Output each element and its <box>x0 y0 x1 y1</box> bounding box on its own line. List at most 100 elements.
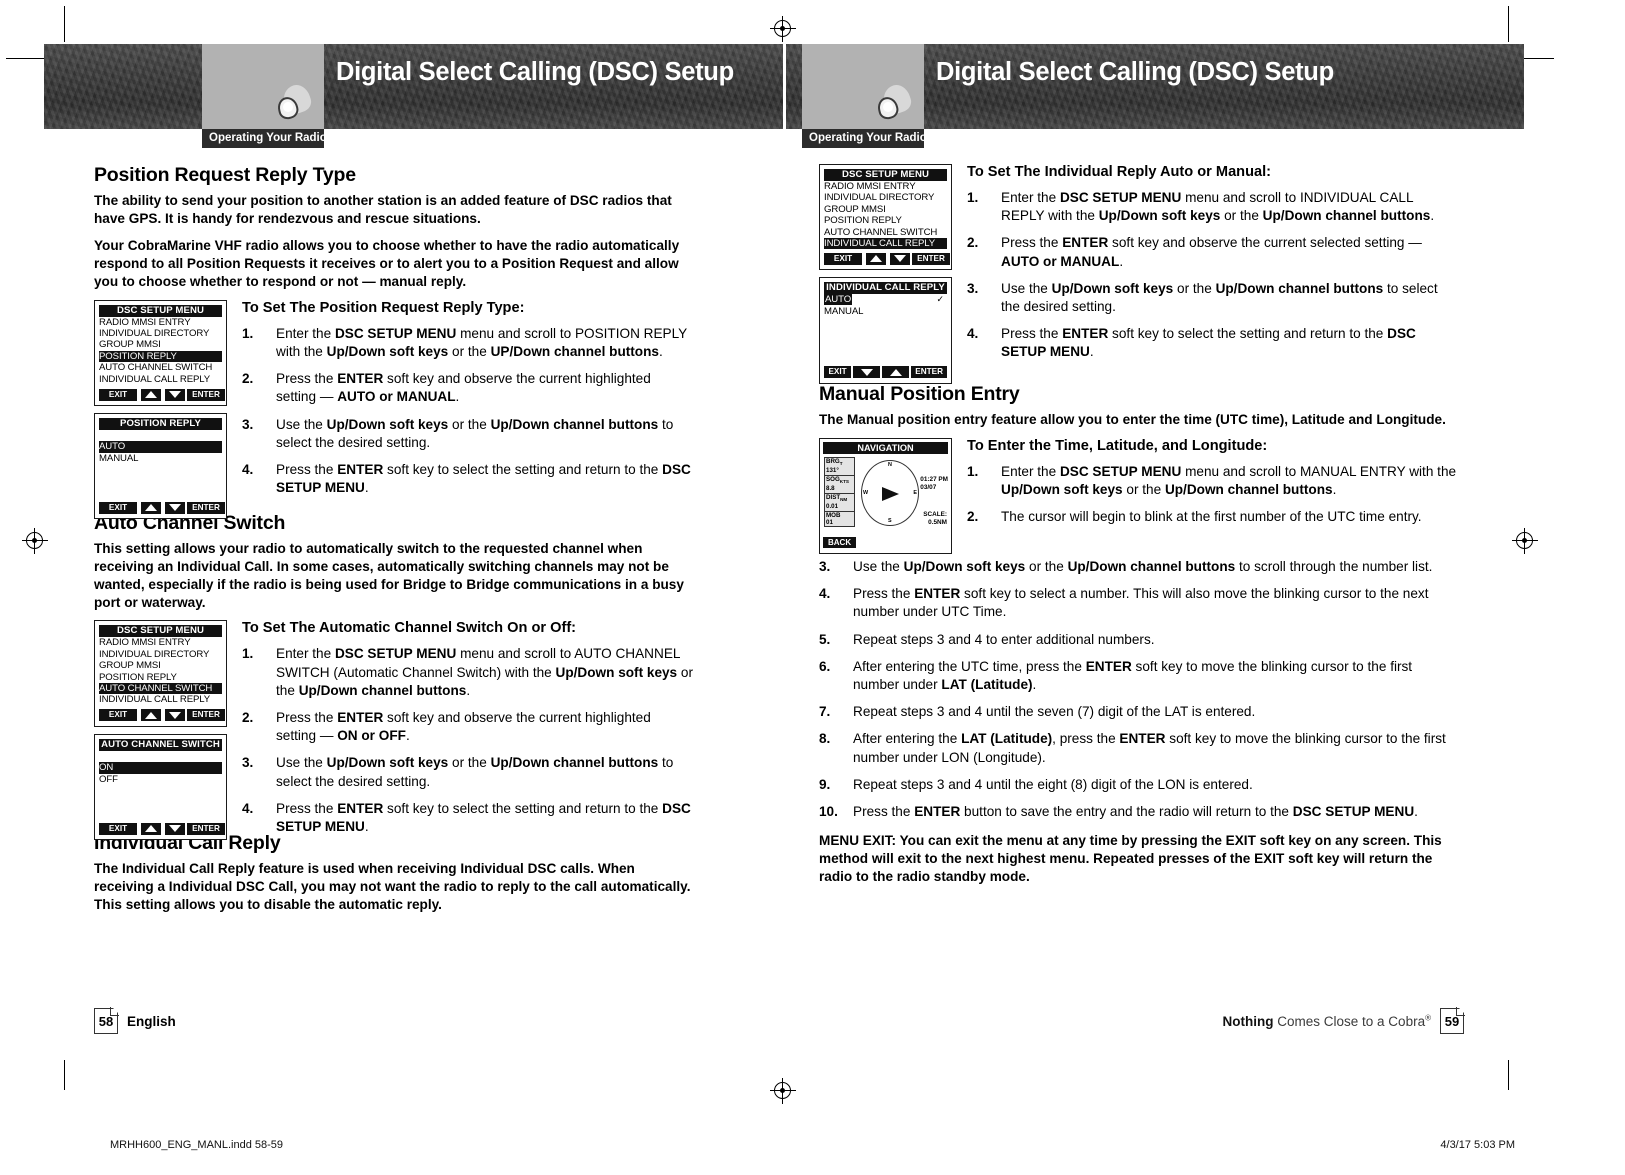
lcd-blank-row <box>824 317 947 328</box>
step-text: Press the ENTER soft key and observe the… <box>276 371 651 405</box>
softkey-exit[interactable]: EXIT <box>99 388 137 401</box>
softkey-down-arrow-icon[interactable] <box>165 709 185 722</box>
softkey-down-arrow-icon[interactable] <box>165 822 185 835</box>
softkey-enter[interactable]: ENTER <box>911 366 947 379</box>
lcd-blank-row <box>824 340 947 351</box>
nav-scale-value: 0.5NM <box>928 518 947 526</box>
nav-field-label: BRGT <box>826 457 843 467</box>
lcd-menu-item[interactable]: GROUP MMSI <box>99 339 222 350</box>
figure-row-individual-reply: DSC SETUP MENU RADIO MMSI ENTRY INDIVIDU… <box>819 164 1459 384</box>
softkey-enter[interactable]: ENTER <box>912 252 950 265</box>
lcd-menu-item-selected[interactable]: INDIVIDUAL CALL REPLY <box>824 237 947 250</box>
lcd-menu-item[interactable]: RADIO MMSI ENTRY <box>824 181 947 192</box>
softkey-exit[interactable]: EXIT <box>99 501 137 514</box>
lcd-auto-channel-switch[interactable]: AUTO CHANNEL SWITCH ON OFF EXIT ENTER <box>94 733 227 841</box>
lcd-menu-item[interactable]: GROUP MMSI <box>824 204 947 215</box>
lcd-option[interactable]: OFF <box>99 774 222 785</box>
lcd-menu-item[interactable]: POSITION REPLY <box>99 672 222 683</box>
step-text: Use the Up/Down soft keys or the Up/Down… <box>276 416 674 450</box>
step-item: 10. Press the ENTER button to save the en… <box>819 803 1459 821</box>
lcd-option-selected[interactable]: AUTO <box>99 441 222 453</box>
softkey-down-arrow-icon[interactable] <box>890 252 910 265</box>
step-item: 3. Use the Up/Down soft keys or the Up/Do… <box>967 280 1459 316</box>
paragraph-individual-call-reply: The Individual Call Reply feature is use… <box>94 861 691 913</box>
step-number: 2. <box>242 710 254 726</box>
lcd-menu-item[interactable]: POSITION REPLY <box>824 215 947 226</box>
softkey-enter[interactable]: ENTER <box>187 501 225 514</box>
lcd-option[interactable]: MANUAL <box>824 306 947 317</box>
lcd-dsc-setup-menu-auto-channel[interactable]: DSC SETUP MENU RADIO MMSI ENTRY INDIVIDU… <box>94 620 227 727</box>
lcd-blank-row <box>99 808 222 819</box>
crop-mark-bl <box>64 1060 66 1090</box>
softkey-up-arrow-icon[interactable] <box>866 252 886 265</box>
lcd-menu-item[interactable]: INDIVIDUAL DIRECTORY <box>99 328 222 339</box>
step-number: 10. <box>819 803 838 819</box>
step-item: 1. Enter the DSC SETUP MENU menu and scro… <box>967 463 1459 499</box>
step-number: 9. <box>819 776 831 792</box>
softkey-down-arrow-icon[interactable] <box>165 388 185 401</box>
softkey-back[interactable]: BACK <box>823 536 857 548</box>
lcd-menu-item[interactable]: INDIVIDUAL DIRECTORY <box>99 649 222 660</box>
compass-south-label: S <box>888 517 892 524</box>
softkey-exit[interactable]: EXIT <box>824 366 852 379</box>
lcd-menu-item[interactable]: AUTO CHANNEL SWITCH <box>99 362 222 373</box>
lcd-menu-item[interactable]: GROUP MMSI <box>99 660 222 671</box>
softkey-up-arrow-icon[interactable] <box>141 388 161 401</box>
step-number: 1. <box>967 190 979 205</box>
lcd-position-reply[interactable]: POSITION REPLY AUTO MANUAL EXIT ENTER <box>94 413 227 520</box>
lcd-softkey-bar: EXIT ENTER <box>99 501 225 514</box>
lcd-option-selected[interactable]: ON <box>99 762 222 774</box>
lcd-menu-item-selected[interactable]: AUTO CHANNEL SWITCH <box>99 683 222 695</box>
lcd-menu-item[interactable]: RADIO MMSI ENTRY <box>99 637 222 648</box>
step-item: 4. Press the ENTER soft key to select the… <box>967 325 1459 361</box>
step-number: 3. <box>967 280 979 296</box>
softkey-down-arrow-icon[interactable] <box>853 366 881 379</box>
lcd-row-list: RADIO MMSI ENTRY INDIVIDUAL DIRECTORY GR… <box>824 181 947 250</box>
compass-rose-icon: N S W E <box>861 459 919 526</box>
lcd-row-list: RADIO MMSI ENTRY INDIVIDUAL DIRECTORY GR… <box>99 317 222 385</box>
softkey-enter[interactable]: ENTER <box>187 822 225 835</box>
lcd-option-selected-row[interactable]: ✓ AUTO <box>824 294 947 306</box>
lcd-softkey-bar: EXIT ENTER <box>824 366 947 379</box>
softkey-enter[interactable]: ENTER <box>187 709 225 722</box>
step-text: The cursor will begin to blink at the fi… <box>1001 509 1422 525</box>
lcd-menu-item[interactable]: RADIO MMSI ENTRY <box>99 317 222 328</box>
nav-scale-label: SCALE: <box>923 510 947 518</box>
lcd-dsc-setup-menu-position[interactable]: DSC SETUP MENU RADIO MMSI ENTRY INDIVIDU… <box>94 299 227 407</box>
lcd-menu-item[interactable]: INDIVIDUAL DIRECTORY <box>824 192 947 203</box>
nav-field-value: 8.8 <box>826 485 835 493</box>
lcd-option[interactable]: MANUAL <box>99 453 222 464</box>
lcd-menu-item[interactable]: INDIVIDUAL CALL REPLY <box>99 374 222 385</box>
softkey-enter[interactable]: ENTER <box>187 388 225 401</box>
nav-field-sog: SOGKTS 8.8 <box>824 474 855 494</box>
lcd-individual-call-reply[interactable]: INDIVIDUAL CALL REPLY ✓ AUTO MANUAL EXIT… <box>819 277 952 384</box>
lcd-stack-position-reply: DSC SETUP MENU RADIO MMSI ENTRY INDIVIDU… <box>94 299 227 527</box>
paragraph-position-request-1: The ability to send your position to ano… <box>94 193 672 226</box>
softkey-up-arrow-icon[interactable] <box>141 822 161 835</box>
lcd-dsc-setup-menu-individual[interactable]: DSC SETUP MENU RADIO MMSI ENTRY INDIVIDU… <box>819 164 952 271</box>
step-item: 4. Press the ENTER soft key to select a n… <box>819 585 1459 621</box>
softkey-exit[interactable]: EXIT <box>824 252 862 265</box>
print-slug-filename: MRHH600_ENG_MANL.indd 58-59 <box>110 1139 284 1151</box>
step-number: 4. <box>819 586 831 602</box>
step-number: 6. <box>819 658 831 674</box>
lcd-menu-item-selected[interactable]: POSITION REPLY <box>99 350 222 363</box>
softkey-up-arrow-icon[interactable] <box>141 501 161 514</box>
step-item: 1. Enter the DSC SETUP MENU menu and scro… <box>242 325 694 361</box>
softkey-up-arrow-icon[interactable] <box>882 366 910 379</box>
step-text: Enter the DSC SETUP MENU menu and scroll… <box>1001 190 1435 224</box>
softkey-down-arrow-icon[interactable] <box>165 501 185 514</box>
step-number: 2. <box>242 371 254 387</box>
softkey-exit[interactable]: EXIT <box>99 822 137 835</box>
footer-left: 58 English <box>94 1007 176 1034</box>
breadcrumb-left: Operating Your Radio <box>202 129 327 148</box>
softkey-up-arrow-icon[interactable] <box>141 709 161 722</box>
softkey-exit[interactable]: EXIT <box>99 709 137 722</box>
nav-time: 01:27 PM <box>920 475 948 483</box>
lcd-menu-item[interactable]: AUTO CHANNEL SWITCH <box>824 227 947 238</box>
lcd-option-selected[interactable]: AUTO <box>824 294 853 306</box>
lcd-softkey-bar: EXIT ENTER <box>824 252 950 265</box>
lcd-navigation[interactable]: NAVIGATION BRGT 131° SOGKTS 8.8 DISTNM 0… <box>819 437 952 554</box>
lcd-menu-item[interactable]: INDIVIDUAL CALL REPLY <box>99 694 222 705</box>
nav-time-date: 01:27 PM 03/07 <box>920 476 948 492</box>
